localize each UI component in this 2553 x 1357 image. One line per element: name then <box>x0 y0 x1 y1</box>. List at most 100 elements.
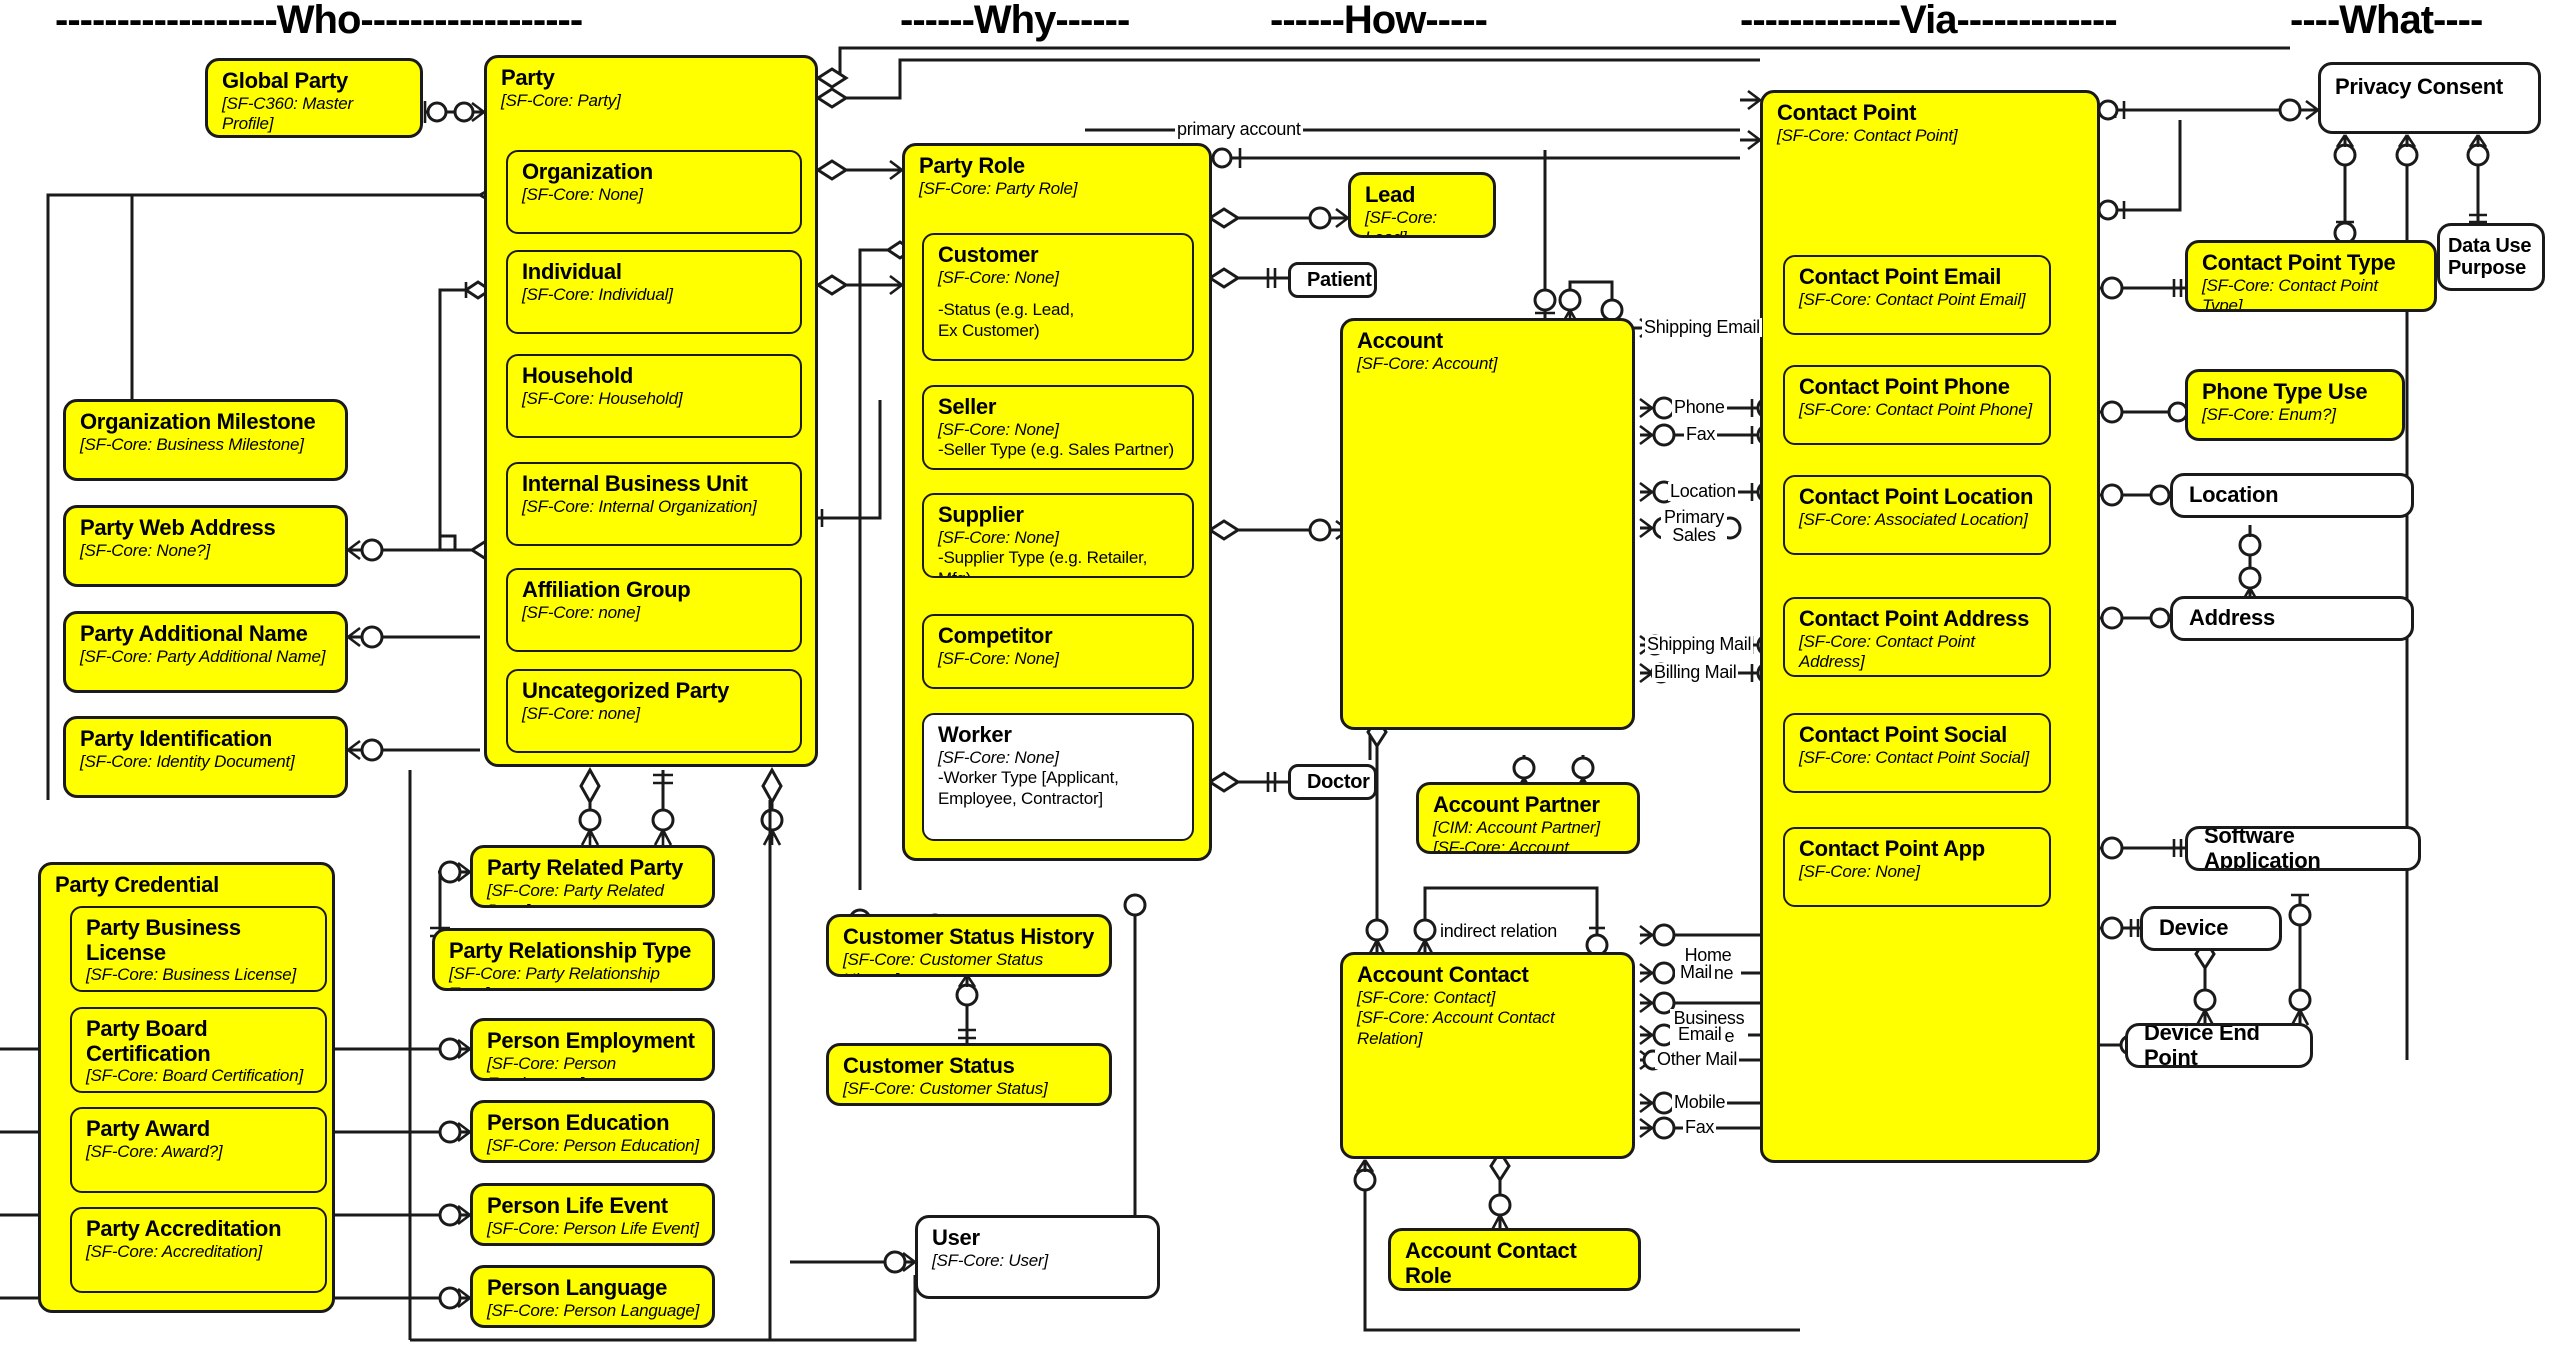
entity-meta: [SF-Core: None] <box>938 648 1059 668</box>
entity-meta: [SF-Core: Household] <box>522 388 683 408</box>
entity-customer-status[interactable]: Customer Status [SF-Core: Customer Statu… <box>826 1043 1112 1106</box>
entity-privacy-consent[interactable]: Privacy Consent <box>2318 62 2541 134</box>
entity-meta: [SF-Core: Business License] <box>86 965 297 985</box>
entity-meta: [SF-Core: none] <box>522 602 640 622</box>
entity-title: Phone Type Use <box>2202 379 2368 404</box>
entity-worker[interactable]: Worker [SF-Core: None] -Worker Type [App… <box>922 713 1194 841</box>
entity-contact-point-social[interactable]: Contact Point Social [SF-Core: Contact P… <box>1783 713 2051 793</box>
entity-user[interactable]: User [SF-Core: User] <box>915 1215 1160 1299</box>
entity-account-partner[interactable]: Account Partner [CIM: Account Partner] [… <box>1416 782 1640 854</box>
entity-title: Contact Point Phone <box>1799 374 2010 399</box>
entity-customer[interactable]: Customer [SF-Core: None] -Status (e.g. L… <box>922 233 1194 361</box>
entity-attr: Employee, Contractor] <box>938 788 1103 808</box>
entity-title: Party Award <box>86 1116 210 1141</box>
entity-meta: [SF-C360: Master Profile] <box>222 93 353 134</box>
entity-title: Contact Point <box>1777 100 1917 125</box>
entity-meta: [SF-Core: Contact Point Phone] <box>1799 399 2033 419</box>
entity-device-end-point[interactable]: Device End Point <box>2125 1023 2313 1068</box>
entity-title: Person Employment <box>487 1028 695 1053</box>
entity-person-employment[interactable]: Person Employment [SF-Core: Person Emplo… <box>470 1018 715 1081</box>
entity-organization[interactable]: Organization [SF-Core: None] <box>506 150 802 234</box>
entity-device[interactable]: Device <box>2140 906 2282 951</box>
entity-meta: [SF-Core: Account Contact Relation] <box>1357 1008 1555 1049</box>
entity-title: Device End Point <box>2144 1023 2260 1068</box>
entity-meta: [SF-Core: Customer Status] <box>843 1078 1048 1098</box>
entity-meta: [SF-Core: Person Life Event] <box>487 1218 699 1238</box>
entity-organization-milestone[interactable]: Organization Milestone [SF-Core: Busines… <box>63 399 348 481</box>
edge-label-contact-fax: Fax <box>1683 1117 1717 1137</box>
entity-party-business-license[interactable]: Party Business License [SF-Core: Busines… <box>70 906 327 992</box>
entity-supplier[interactable]: Supplier [SF-Core: None] -Supplier Type … <box>922 493 1194 578</box>
entity-party-related-party[interactable]: Party Related Party [SF-Core: Party Rela… <box>470 845 715 908</box>
entity-doctor[interactable]: Doctor <box>1288 764 1377 800</box>
entity-customer-status-history[interactable]: Customer Status History [SF-Core: Custom… <box>826 914 1112 977</box>
entity-person-life-event[interactable]: Person Life Event [SF-Core: Person Life … <box>470 1183 715 1246</box>
entity-individual[interactable]: Individual [SF-Core: Individual] <box>506 250 802 334</box>
entity-contact-point-location[interactable]: Contact Point Location [SF-Core: Associa… <box>1783 475 2051 555</box>
entity-title: Household <box>522 363 633 388</box>
entity-internal-business-unit[interactable]: Internal Business Unit [SF-Core: Interna… <box>506 462 802 546</box>
entity-title: Patient <box>1307 268 1372 291</box>
entity-title: Uncategorized Party <box>522 678 730 703</box>
entity-location[interactable]: Location <box>2170 473 2414 518</box>
entity-party-identification[interactable]: Party Identification [SF-Core: Identity … <box>63 716 348 798</box>
entity-title: Party Board Certification <box>86 1016 211 1066</box>
entity-contact-point-app[interactable]: Contact Point App [SF-Core: None] <box>1783 827 2051 907</box>
entity-title: Person Language <box>487 1275 668 1300</box>
entity-meta: [SF-Core: Contact Point Type] <box>2202 275 2378 312</box>
entity-title: Competitor <box>938 623 1053 648</box>
entity-party-relationship-type[interactable]: Party Relationship Type [SF-Core: Party … <box>432 928 715 991</box>
entity-contact-point-email[interactable]: Contact Point Email [SF-Core: Contact Po… <box>1783 255 2051 335</box>
entity-title: Internal Business Unit <box>522 471 748 496</box>
entity-uncategorized-party[interactable]: Uncategorized Party [SF-Core: none] <box>506 669 802 753</box>
entity-title: Account Contact Role <box>1405 1238 1577 1288</box>
entity-title: Device <box>2159 915 2229 941</box>
entity-contact-point-type[interactable]: Contact Point Type [SF-Core: Contact Poi… <box>2185 240 2437 312</box>
entity-meta: [SF-Core: Party Role] <box>919 178 1078 198</box>
edge-label-billing-mail: Billing Mail <box>1652 662 1739 682</box>
entity-affiliation-group[interactable]: Affiliation Group [SF-Core: none] <box>506 568 802 652</box>
entity-title: User <box>932 1225 980 1250</box>
entity-meta: [SF-Core: none] <box>522 703 640 723</box>
entity-patient[interactable]: Patient <box>1288 262 1377 298</box>
entity-account-contact[interactable]: Account Contact [SF-Core: Contact] [SF-C… <box>1340 952 1635 1159</box>
entity-meta: [SF-Core: None] <box>938 419 1059 439</box>
entity-party-accreditation[interactable]: Party Accreditation [SF-Core: Accreditat… <box>70 1207 327 1293</box>
entity-contact-point-address[interactable]: Contact Point Address [SF-Core: Contact … <box>1783 597 2051 677</box>
entity-meta: [SF-Core: Account Partner] <box>1433 838 1569 854</box>
edge-label-indirect-relation: indirect relation <box>1438 921 1559 941</box>
entity-party-board-certification[interactable]: Party Board Certification [SF-Core: Boar… <box>70 1007 327 1093</box>
entity-data-use-purpose[interactable]: Data Use Purpose <box>2437 223 2545 291</box>
entity-party-web-address[interactable]: Party Web Address [SF-Core: None?] <box>63 505 348 587</box>
entity-title: Account Contact <box>1357 962 1529 987</box>
entity-seller[interactable]: Seller [SF-Core: None] -Seller Type (e.g… <box>922 385 1194 470</box>
entity-lead[interactable]: Lead [SF-Core: Lead] <box>1348 172 1496 238</box>
entity-global-party[interactable]: Global Party [SF-C360: Master Profile] [… <box>205 58 423 138</box>
entity-title: Contact Point App <box>1799 836 1985 861</box>
entity-account[interactable]: Account [SF-Core: Account] <box>1340 318 1635 730</box>
edge-label-shipping-mail: Shipping Mail <box>1645 634 1754 654</box>
edge-label-fax: Fax <box>1684 424 1718 444</box>
entity-meta: [SF-Core: Contact] <box>1357 987 1496 1007</box>
entity-meta: [SF-Core: Contact Point Address] <box>1799 631 1975 672</box>
entity-meta: [SF-Core: Award?] <box>86 1141 223 1161</box>
entity-title: Contact Point Type <box>2202 250 2396 275</box>
entity-address[interactable]: Address <box>2170 596 2414 641</box>
entity-party-additional-name[interactable]: Party Additional Name [SF-Core: Party Ad… <box>63 611 348 693</box>
entity-phone-type-use[interactable]: Phone Type Use [SF-Core: Enum?] <box>2185 369 2405 441</box>
entity-title: Organization Milestone <box>80 409 316 434</box>
edge-label-mobile: Mobile <box>1672 1092 1728 1112</box>
entity-account-contact-role[interactable]: Account Contact Role [SF-Core: Account C… <box>1388 1228 1641 1291</box>
entity-competitor[interactable]: Competitor [SF-Core: None] <box>922 614 1194 689</box>
entity-attr: -Supplier Type (e.g. Retailer, Mfg) <box>938 548 1148 576</box>
entity-meta: [SF-Core: Party Relationship Type] <box>449 963 660 988</box>
entity-person-education[interactable]: Person Education [SF-Core: Person Educat… <box>470 1100 715 1163</box>
entity-title: Global Party <box>222 68 348 93</box>
entity-person-language[interactable]: Person Language [SF-Core: Person Languag… <box>470 1265 715 1328</box>
entity-household[interactable]: Household [SF-Core: Household] <box>506 354 802 438</box>
entity-meta: [SF-Core: User] <box>932 1250 1049 1270</box>
entity-contact-point-phone[interactable]: Contact Point Phone [SF-Core: Contact Po… <box>1783 365 2051 445</box>
entity-party-award[interactable]: Party Award [SF-Core: Award?] <box>70 1107 327 1193</box>
swimlane-label-who: ------------------Who------------------ <box>55 0 583 42</box>
entity-software-application[interactable]: Software Application <box>2185 826 2421 871</box>
